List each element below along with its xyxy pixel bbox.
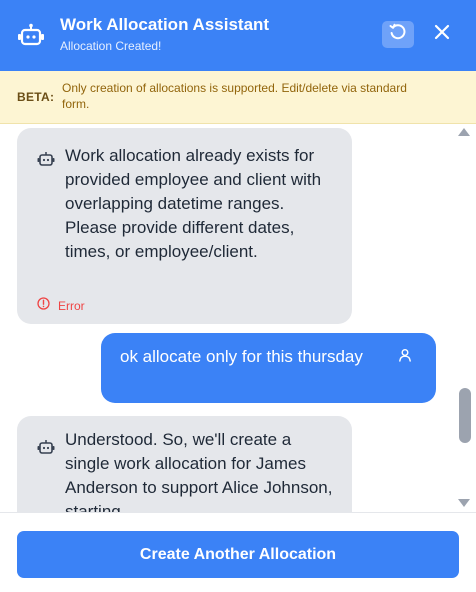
- user-message: ok allocate only for this thursday: [101, 333, 436, 403]
- scrollbar-thumb[interactable]: [459, 388, 471, 443]
- message-text: Work allocation already exists for provi…: [65, 146, 322, 261]
- scroll-down-arrow[interactable]: [458, 499, 470, 507]
- bot-icon: [37, 438, 55, 462]
- scroll-up-arrow[interactable]: [458, 128, 470, 136]
- assistant-message: Work allocation already exists for provi…: [17, 128, 352, 324]
- create-another-allocation-button[interactable]: Create Another Allocation: [17, 531, 459, 578]
- beta-label: BETA:: [17, 90, 55, 104]
- refresh-icon: [388, 22, 408, 47]
- beta-text: Only creation of allocations is supporte…: [62, 81, 407, 111]
- error-icon: [37, 294, 50, 318]
- user-icon: [398, 345, 412, 369]
- chat-messages[interactable]: Work allocation already exists for provi…: [0, 124, 476, 512]
- close-icon: [434, 24, 450, 45]
- error-status: Error: [37, 294, 85, 318]
- beta-banner: BETA: Only creation of allocations is su…: [0, 71, 476, 124]
- message-text: ok allocate only for this thursday: [120, 347, 363, 366]
- header-subtitle: Allocation Created!: [60, 39, 162, 53]
- assistant-message: Understood. So, we'll create a single wo…: [17, 416, 352, 512]
- message-text: Understood. So, we'll create a single wo…: [65, 430, 333, 512]
- error-label: Error: [58, 299, 85, 313]
- refresh-button[interactable]: [382, 21, 414, 48]
- header-title: Work Allocation Assistant: [60, 15, 270, 34]
- bot-icon: [37, 150, 55, 174]
- chat-footer: Create Another Allocation: [0, 512, 476, 592]
- close-button[interactable]: [428, 21, 456, 48]
- chat-header: Work Allocation Assistant Allocation Cre…: [0, 0, 476, 71]
- bot-icon: [17, 23, 45, 47]
